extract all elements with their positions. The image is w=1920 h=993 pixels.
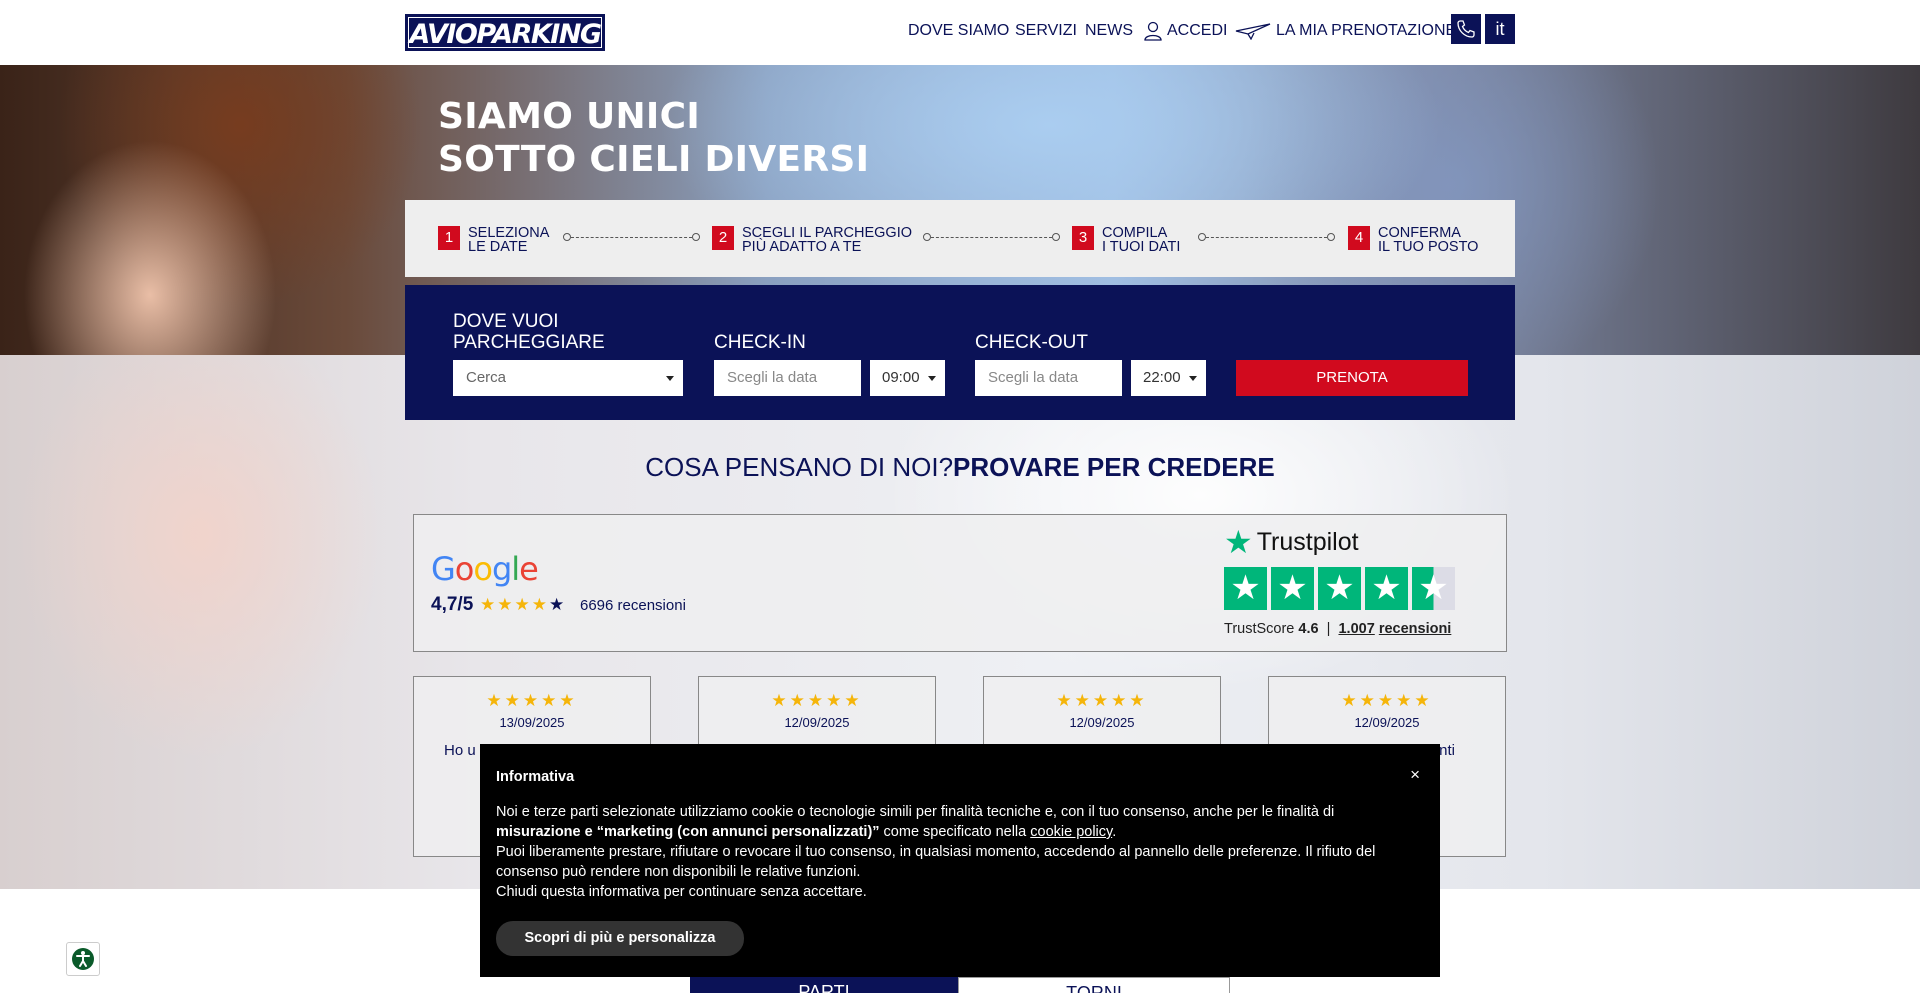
- hero-title: SIAMO UNICI SOTTO CIELI DIVERSI: [438, 95, 869, 181]
- trustpilot-logo-text: Trustpilot: [1256, 528, 1359, 556]
- reviews-heading: COSA PENSANO DI NOI?PROVARE PER CREDERE: [0, 450, 1920, 484]
- review-date: 13/09/2025: [499, 715, 565, 730]
- review-stars: ★★★★★: [771, 691, 863, 710]
- step-label: SCEGLI IL PARCHEGGIO PIÙ ADATTO A TE: [742, 225, 913, 255]
- checkin-date-input[interactable]: Scegli la data: [714, 360, 861, 396]
- checkin-time-select[interactable]: 09:00: [870, 360, 945, 396]
- step-number: 2: [712, 226, 734, 250]
- step-number: 1: [438, 226, 460, 250]
- star-icon: ★: [1271, 567, 1314, 610]
- hero-title-line2: SOTTO CIELI DIVERSI: [438, 139, 870, 180]
- cookie-text: Noi e terze parti selezionate utilizziam…: [496, 802, 1416, 902]
- cookie-paragraph-3: Chiudi questa informativa per continuare…: [496, 884, 867, 900]
- trustpilot-star-icon: ★: [1224, 524, 1253, 560]
- paper-plane-icon: [1235, 23, 1271, 40]
- prenota-button[interactable]: PRENOTA: [1236, 360, 1468, 396]
- trustpilot-review-count[interactable]: 1.007: [1338, 621, 1374, 637]
- booking-form: DOVE VUOI PARCHEGGIARE Cerca CHECK-IN Sce…: [405, 285, 1515, 420]
- step-number: 3: [1072, 226, 1094, 250]
- nav-news[interactable]: NEWS: [1085, 21, 1133, 41]
- checkout-time-value: 22:00: [1143, 369, 1181, 386]
- checkout-time-select[interactable]: 22:00: [1131, 360, 1206, 396]
- star-icon: ★: [1365, 567, 1408, 610]
- nav-accedi[interactable]: ACCEDI: [1144, 21, 1227, 41]
- review-stars: ★★★★★: [1341, 691, 1433, 710]
- trustpilot-review-label[interactable]: recensioni: [1379, 621, 1452, 637]
- step-3: 3 COMPILA I TUOI DATI: [1072, 226, 1180, 254]
- checkout-label: CHECK-OUT: [975, 332, 1088, 353]
- step-4: 4 CONFERMA IL TUO POSTO: [1348, 226, 1478, 254]
- step-connector: [563, 233, 700, 241]
- cookie-policy-link[interactable]: cookie policy: [1030, 824, 1112, 840]
- google-logo: Google: [431, 550, 539, 588]
- google-review-count[interactable]: 6696 recensioni: [580, 596, 686, 616]
- nav-dove-siamo[interactable]: DOVE SIAMO: [908, 21, 1009, 41]
- review-date: 12/09/2025: [1069, 715, 1135, 730]
- phone-button[interactable]: [1451, 14, 1481, 44]
- parking-location-value: Cerca: [466, 369, 507, 386]
- review-stars: ★★★★★: [1056, 691, 1148, 710]
- language-selector[interactable]: it: [1485, 14, 1515, 44]
- google-stars: ★★★★★: [480, 595, 567, 614]
- trustpilot-score: TrustScore 4.6 | 1.007 recensioni: [1224, 621, 1452, 637]
- google-score: 4,7/5: [431, 594, 474, 615]
- ratings-summary: Google 4,7/5 ★★★★★ 6696 recensioni ★ Trus…: [413, 514, 1507, 652]
- review-date: 12/09/2025: [784, 715, 850, 730]
- checkout-date-input[interactable]: Scegli la data: [975, 360, 1122, 396]
- accessibility-button[interactable]: [66, 942, 100, 976]
- step-label: CONFERMA IL TUO POSTO: [1378, 225, 1479, 255]
- cookie-title: Informativa: [496, 769, 575, 785]
- step-number: 4: [1348, 226, 1370, 250]
- half-star-icon: ★: [1412, 567, 1455, 610]
- step-connector: [1198, 233, 1335, 241]
- nav-accedi-label: ACCEDI: [1167, 22, 1228, 39]
- chevron-down-icon: [1189, 376, 1197, 381]
- cookie-paragraph-2: Puoi liberamente prestare, rifiutare o r…: [496, 844, 1376, 880]
- parking-location-select[interactable]: Cerca: [453, 360, 683, 396]
- user-icon: [1144, 21, 1162, 41]
- star-icon: ★: [1224, 567, 1267, 610]
- phone-icon: [1457, 20, 1475, 38]
- accessibility-icon: [72, 948, 94, 970]
- nav-servizi[interactable]: SERVIZI: [1015, 21, 1077, 41]
- trustpilot-logo[interactable]: ★ Trustpilot: [1224, 525, 1359, 559]
- close-icon[interactable]: ×: [1410, 766, 1420, 784]
- cookie-customize-button[interactable]: Scopri di più e personalizza: [496, 921, 744, 956]
- tab-parti[interactable]: PARTI: [690, 977, 958, 993]
- step-label: SELEZIONA LE DATE: [468, 225, 550, 255]
- nav-la-mia-prenotazione[interactable]: LA MIA PRENOTAZIONE: [1235, 21, 1456, 41]
- hero-title-line1: SIAMO UNICI: [438, 96, 701, 137]
- chevron-down-icon: [928, 376, 936, 381]
- where-label: DOVE VUOI PARCHEGGIARE: [453, 311, 605, 353]
- booking-steps: 1 SELEZIONA LE DATE 2 SCEGLI IL PARCHEGGI…: [405, 200, 1515, 277]
- chevron-down-icon: [666, 376, 674, 381]
- step-1: 1 SELEZIONA LE DATE: [438, 226, 549, 254]
- step-2: 2 SCEGLI IL PARCHEGGIO PIÙ ADATTO A TE: [712, 226, 912, 254]
- star-icon: ★: [1318, 567, 1361, 610]
- checkin-label: CHECK-IN: [714, 332, 806, 353]
- avioparking-logo[interactable]: AVIOPARKING: [405, 14, 605, 51]
- step-label: COMPILA I TUOI DATI: [1102, 225, 1181, 255]
- reviews-heading-part2: PROVARE PER CREDERE: [953, 452, 1275, 482]
- review-date: 12/09/2025: [1354, 715, 1420, 730]
- step-connector: [923, 233, 1060, 241]
- reviews-heading-part1: COSA PENSANO DI NOI?: [645, 452, 954, 482]
- trustpilot-stars: ★ ★ ★ ★ ★: [1224, 567, 1455, 610]
- review-stars: ★★★★★: [486, 691, 578, 710]
- nav-prenotazione-label: LA MIA PRENOTAZIONE: [1276, 22, 1457, 39]
- tab-torni[interactable]: TORNI: [958, 977, 1230, 993]
- cookie-banner: Informativa × Noi e terze parti selezion…: [480, 744, 1440, 977]
- site-header: AVIOPARKING DOVE SIAMO SERVIZI NEWS ACCE…: [0, 0, 1920, 65]
- cookie-paragraph-1: Noi e terze parti selezionate utilizziam…: [496, 804, 1335, 840]
- checkin-time-value: 09:00: [882, 369, 920, 386]
